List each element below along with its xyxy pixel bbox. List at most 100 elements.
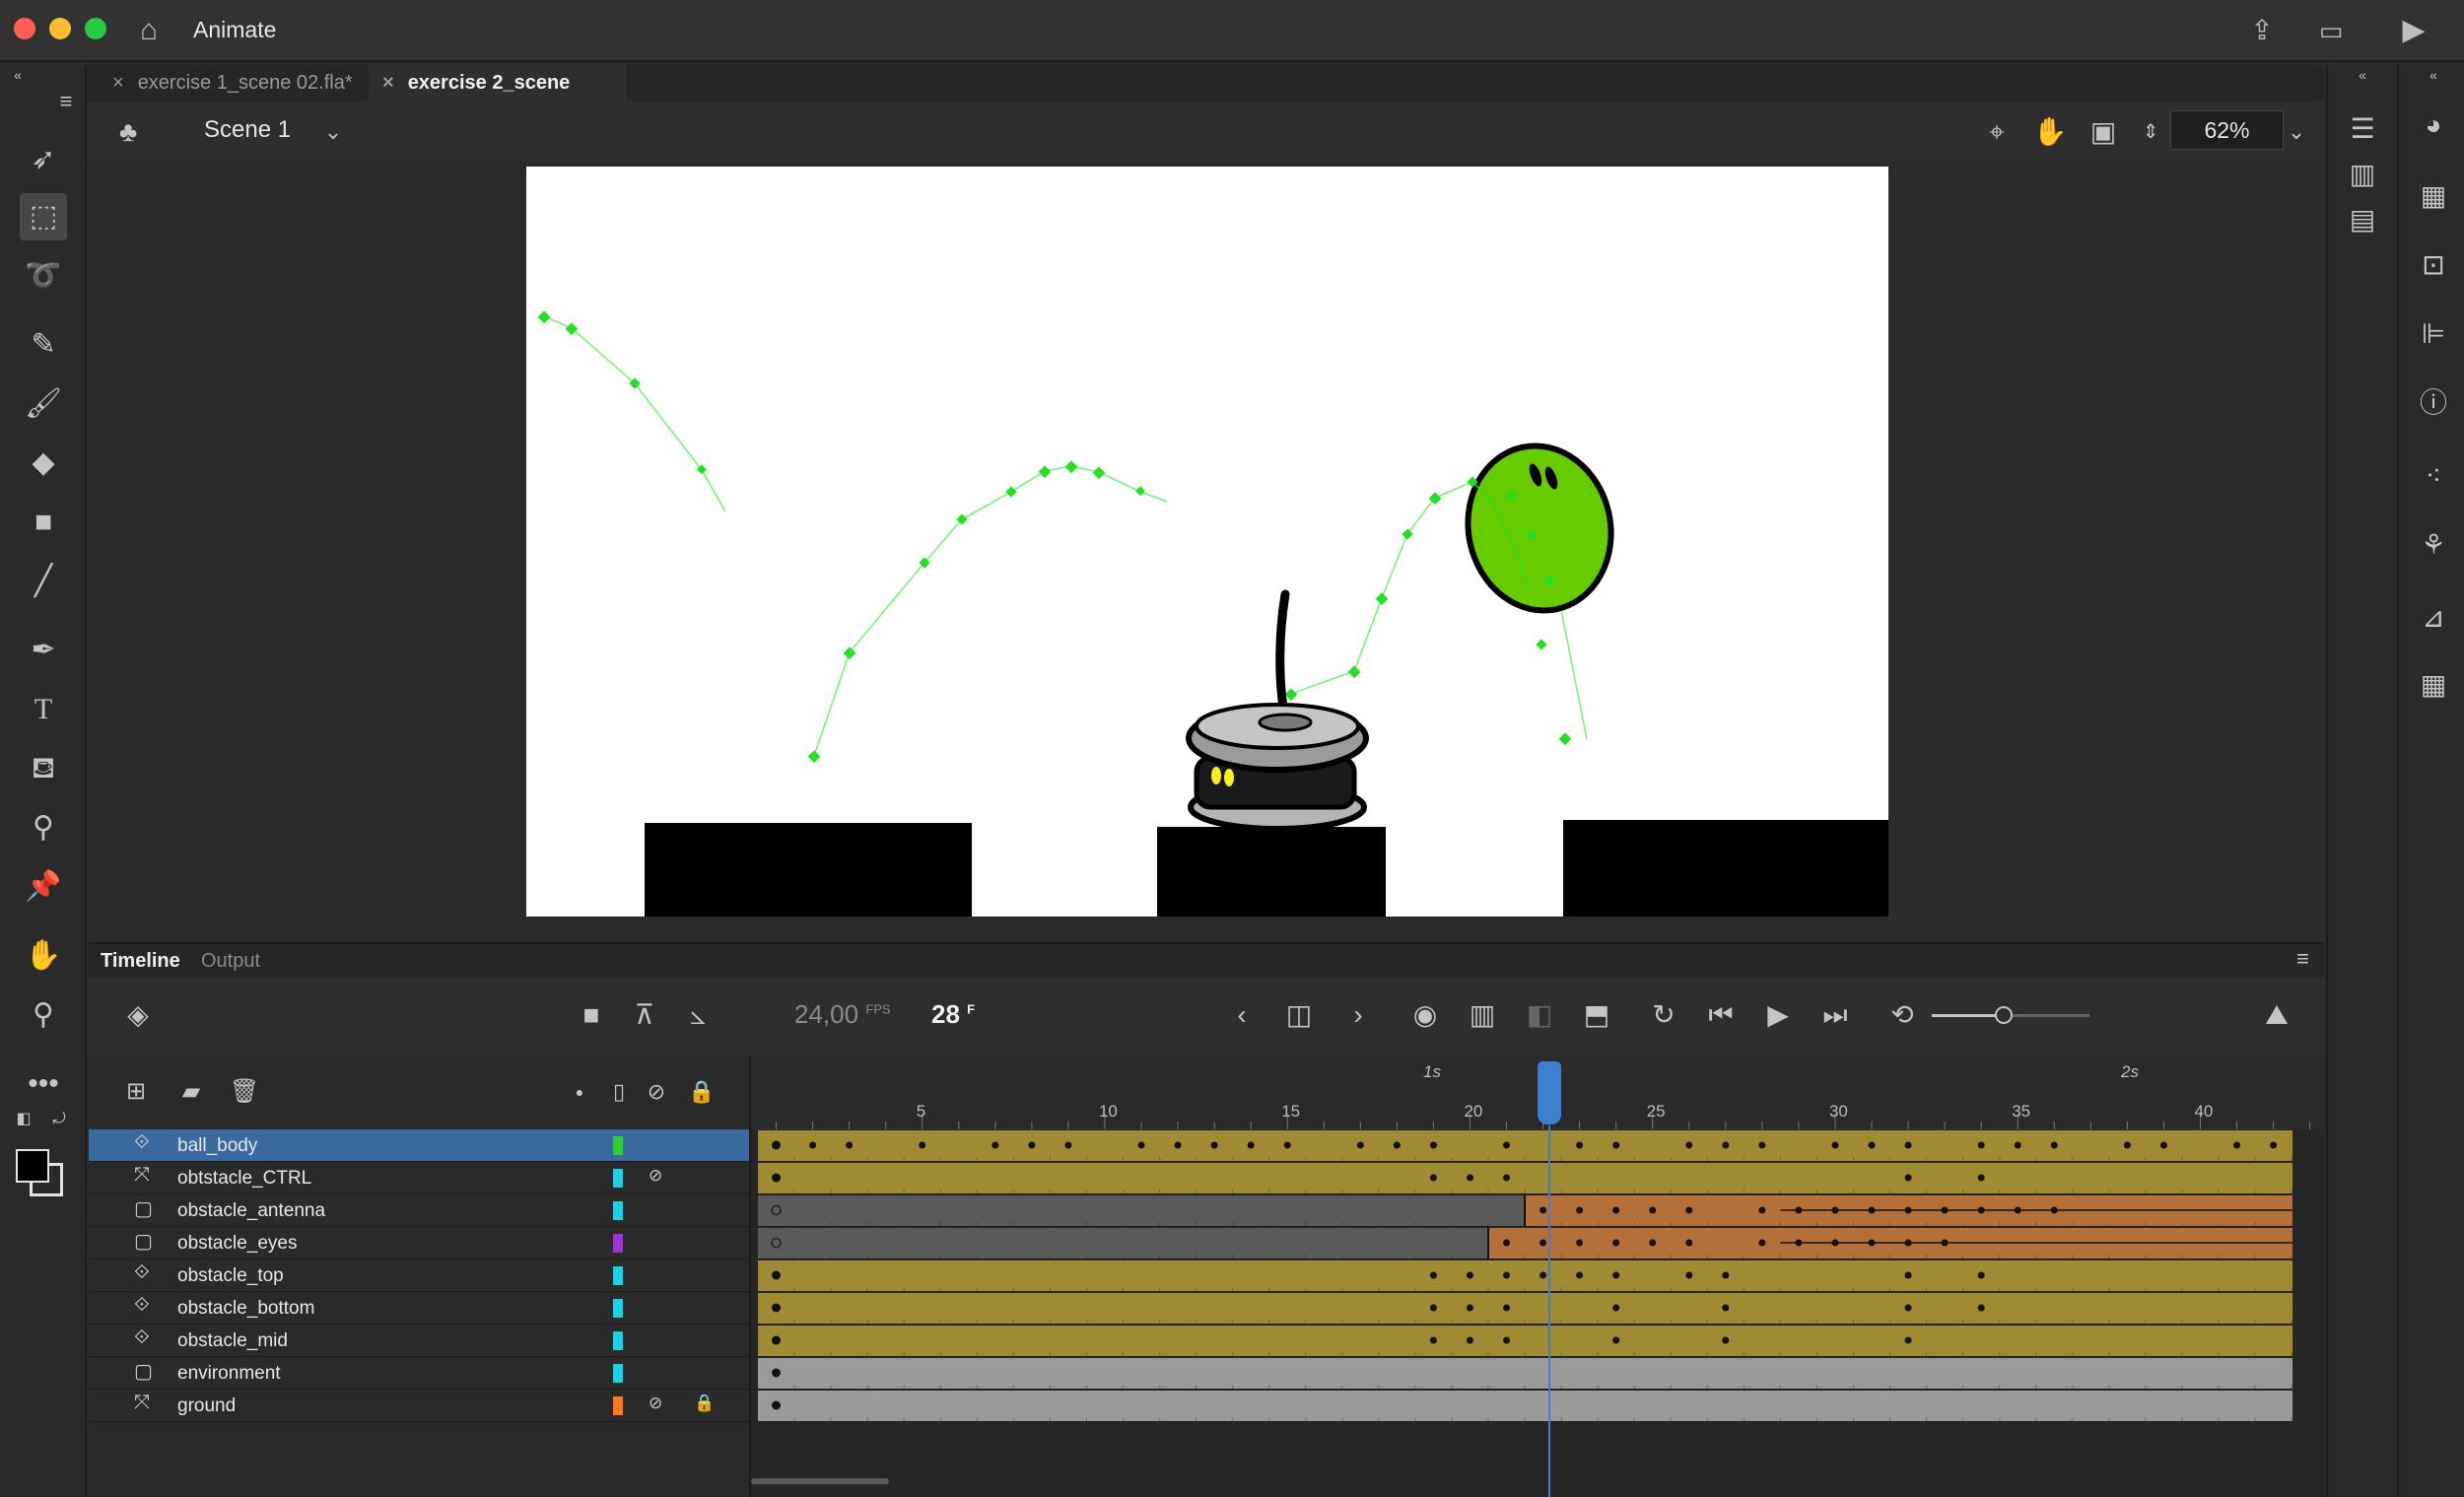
close-window-button[interactable] (14, 18, 35, 39)
layer-name[interactable]: obtstacle_CTRL (177, 1168, 311, 1190)
home-icon[interactable]: ⌂ (130, 12, 168, 49)
layer-color-swatch[interactable] (613, 1331, 623, 1350)
more-tools-icon[interactable]: ••• (20, 1060, 67, 1108)
layer-color-swatch[interactable] (613, 1266, 623, 1285)
create-tween-icon[interactable]: ⬒ (1577, 995, 1616, 1035)
timeline-horizontal-scrollbar[interactable] (751, 1478, 889, 1484)
share-icon[interactable]: ⇪ (2243, 12, 2281, 49)
layer-color-swatch[interactable] (613, 1234, 623, 1253)
stroke-fill-swatches[interactable] (16, 1149, 75, 1208)
transform-icon[interactable]: ⊡ (2413, 244, 2454, 286)
pin-tool-icon[interactable]: 📌 (20, 863, 67, 911)
info-icon[interactable]: ⓘ (2413, 382, 2454, 424)
layer-frames-track[interactable] (751, 1194, 2293, 1227)
hidden-eye-icon[interactable]: ⊘ (649, 1394, 662, 1413)
close-tab-icon[interactable]: × (112, 72, 124, 94)
playhead[interactable] (1538, 1061, 1561, 1124)
layer-name[interactable]: ball_body (177, 1135, 257, 1157)
hand-tool-icon[interactable]: ✋ (20, 932, 67, 980)
timeline-zoom-icon[interactable]: ⛰ (2257, 995, 2296, 1035)
highlight-icon[interactable]: ● (560, 1072, 599, 1112)
layer-color-swatch[interactable] (613, 1169, 623, 1188)
layer-color-swatch[interactable] (613, 1299, 623, 1318)
lasso-tool-icon[interactable]: ➰ (20, 252, 67, 300)
test-movie-icon[interactable]: ▶ (2395, 12, 2432, 49)
loop-icon[interactable]: ↻ (1644, 995, 1683, 1035)
layer-row[interactable]: ▢ obstacle_eyes (89, 1227, 749, 1259)
zoom-field[interactable]: 62% (2170, 110, 2284, 150)
rotate-stage-icon[interactable]: ✋ (2030, 112, 2070, 152)
center-stage-icon[interactable]: ⌖ (1977, 112, 2017, 152)
center-frame-icon[interactable]: ⟲ (1882, 995, 1922, 1035)
components-icon[interactable]: ⚘ (2413, 524, 2454, 566)
motion-editor-icon[interactable]: ⊿ (2413, 597, 2454, 639)
selection-tool-icon[interactable]: ➶ (20, 136, 67, 183)
layer-depth-icon[interactable]: ⦣ (678, 995, 718, 1035)
layer-name[interactable]: obstacle_bottom (177, 1298, 314, 1320)
current-frame[interactable]: 28 F (931, 999, 975, 1030)
zoom-dropdown-chevron-icon[interactable]: ⌄ (2277, 112, 2316, 152)
free-transform-tool-icon[interactable]: ⬚ (20, 193, 67, 240)
default-colors-icon[interactable]: ◧ (12, 1108, 35, 1131)
layer-color-swatch[interactable] (613, 1201, 623, 1220)
paint-brush-tool-icon[interactable]: ✎ (20, 321, 67, 369)
swap-colors-icon[interactable]: ⤾ (47, 1108, 71, 1131)
workspace-icon[interactable]: ▭ (2312, 12, 2350, 49)
layer-frames-track[interactable] (751, 1357, 2293, 1390)
insert-keyframe-icon[interactable]: ◫ (1279, 995, 1319, 1035)
tab-timeline[interactable]: Timeline (101, 950, 180, 973)
lock-icon[interactable]: 🔒 (694, 1394, 715, 1413)
collapse-icon[interactable]: « (2342, 65, 2383, 85)
edit-multiple-frames-icon[interactable]: ▥ (1463, 995, 1502, 1035)
layer-row[interactable]: ⟐ obstacle_bottom (89, 1292, 749, 1325)
document-tab-1[interactable]: × exercise 1_scene 02.fla* (99, 65, 357, 101)
hidden-eye-icon[interactable]: ⊘ (649, 1166, 662, 1186)
layer-frames-track[interactable] (751, 1162, 2293, 1194)
layer-name[interactable]: obstacle_antenna (177, 1200, 325, 1222)
zoom-tool-icon[interactable]: ⚲ (20, 991, 67, 1039)
onion-skin-icon[interactable]: ◉ (1405, 995, 1445, 1035)
layers-icon[interactable]: ◈ (118, 995, 158, 1035)
collapse-icon[interactable]: « (2413, 65, 2454, 85)
frame-picker-icon[interactable]: ▦ (2413, 664, 2454, 706)
layer-name[interactable]: obstacle_eyes (177, 1233, 297, 1255)
timeline-zoom-slider[interactable] (1932, 1006, 2089, 1024)
layer-name[interactable]: obstacle_mid (177, 1330, 288, 1352)
eraser-tool-icon[interactable]: ◆ (20, 440, 67, 487)
minimize-window-button[interactable] (49, 18, 71, 39)
zoom-window-button[interactable] (85, 18, 106, 39)
layer-parenting-icon[interactable]: ⊼ (625, 995, 664, 1035)
layer-row[interactable]: ⤧ obtstacle_CTRL ⊘ (89, 1162, 749, 1194)
layer-name[interactable]: ground (177, 1395, 236, 1417)
layer-color-swatch[interactable] (613, 1364, 623, 1383)
properties-icon[interactable]: ☰ (2342, 108, 2383, 150)
layer-frames-track[interactable] (751, 1227, 2293, 1259)
pen-tool-icon[interactable]: ✒ (20, 627, 67, 674)
collapse-icon[interactable]: « (8, 65, 28, 85)
clip-content-icon[interactable]: ▣ (2084, 112, 2123, 152)
layer-frames-track[interactable] (751, 1292, 2293, 1325)
menu-icon[interactable]: ≡ (49, 85, 83, 118)
assets-icon[interactable]: ▤ (2342, 199, 2383, 240)
next-keyframe-icon[interactable]: › (1338, 995, 1378, 1035)
step-forward-icon[interactable]: ⏭ (1815, 995, 1855, 1035)
layer-row[interactable]: ⟐ obstacle_top (89, 1259, 749, 1292)
paint-bucket-tool-icon[interactable]: ⛾ (20, 745, 67, 792)
camera-icon[interactable]: ■ (572, 995, 611, 1035)
layer-row[interactable]: ⤧ ground ⊘ 🔒 (89, 1390, 749, 1422)
layer-frames-track[interactable] (751, 1325, 2293, 1357)
layer-row[interactable]: ⟐ ball_body (89, 1129, 749, 1162)
document-tab-2[interactable]: ×exercise 2_scene 04.fla* (369, 65, 627, 129)
motion-presets-icon[interactable]: ⁖ (2413, 455, 2454, 497)
line-tool-icon[interactable]: ╱ (20, 558, 67, 605)
rectangle-tool-icon[interactable]: ■ (20, 499, 67, 546)
play-icon[interactable]: ▶ (1758, 995, 1798, 1035)
zoom-stepper-icon[interactable]: ⇕ (2131, 112, 2170, 152)
tab-output[interactable]: Output (201, 950, 260, 973)
layer-row[interactable]: ▢ environment (89, 1357, 749, 1390)
step-back-icon[interactable]: ⏮ (1701, 995, 1741, 1035)
layer-row[interactable]: ▢ obstacle_antenna (89, 1194, 749, 1227)
scene-dropdown-chevron-icon[interactable]: ⌄ (313, 112, 353, 152)
library-icon[interactable]: ▥ (2342, 154, 2383, 195)
text-tool-icon[interactable]: T (20, 686, 67, 733)
